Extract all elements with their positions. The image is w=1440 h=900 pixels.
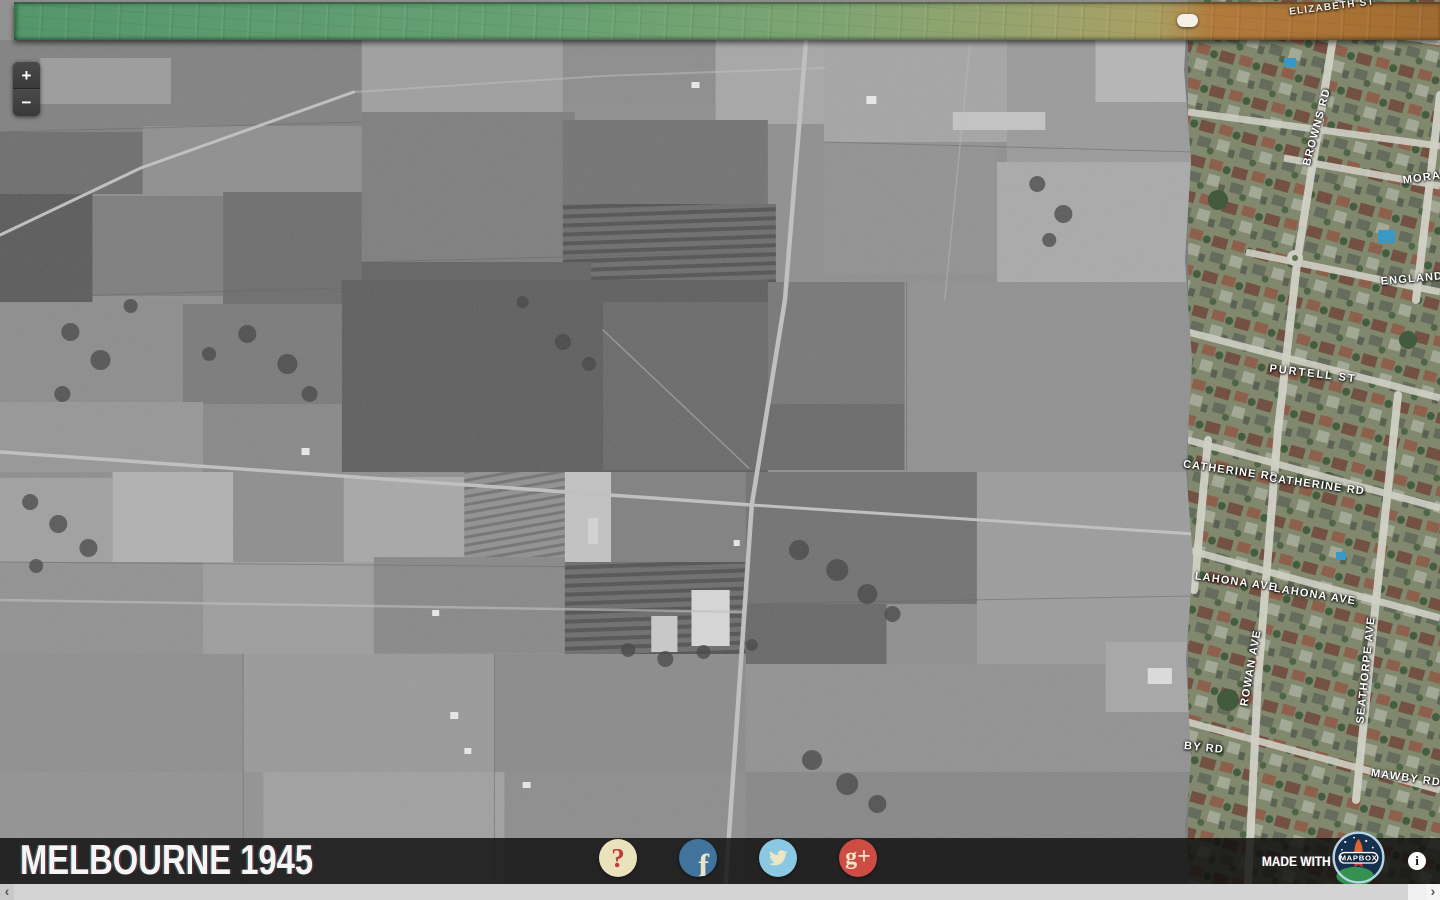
historical-aerial-imagery: [0, 0, 1194, 884]
melbourne-1945-app: ELIZABETH ST + − BROWNS RD MORA ENGLAND …: [0, 0, 1440, 900]
facebook-f-icon: f: [698, 847, 709, 877]
facebook-share-button[interactable]: f: [679, 839, 717, 877]
help-button[interactable]: ?: [599, 839, 637, 877]
mapbox-logo[interactable]: MAPBOX: [1332, 831, 1385, 884]
twitter-bird-icon: [767, 849, 789, 868]
made-with-label: MADE WITH: [1262, 853, 1331, 869]
footer-bar: MELBOURNE 1945: [0, 838, 1440, 884]
google-plus-icon: g+: [845, 844, 871, 871]
info-i-icon: i: [1415, 853, 1419, 869]
modern-map-top-strip: [14, 2, 1440, 40]
info-button[interactable]: i: [1408, 852, 1426, 870]
scroll-right-button[interactable]: ›: [1426, 884, 1440, 900]
scrollbar-thumb[interactable]: [14, 884, 1408, 900]
twitter-share-button[interactable]: [759, 839, 797, 877]
swipe-slider-handle-icon[interactable]: [1177, 14, 1198, 27]
question-mark-icon: ?: [611, 843, 625, 874]
horizontal-scrollbar[interactable]: ‹ ›: [0, 884, 1440, 900]
page-title: MELBOURNE 1945: [20, 836, 313, 884]
scroll-left-button[interactable]: ‹: [0, 884, 14, 900]
zoom-in-button[interactable]: +: [13, 62, 40, 89]
google-plus-share-button[interactable]: g+: [839, 839, 877, 877]
mapbox-logo-text: MAPBOX: [1340, 854, 1378, 863]
historical-aerial-map-1945[interactable]: [0, 0, 1194, 884]
zoom-out-button[interactable]: −: [13, 89, 40, 116]
zoom-control: + −: [13, 62, 40, 116]
